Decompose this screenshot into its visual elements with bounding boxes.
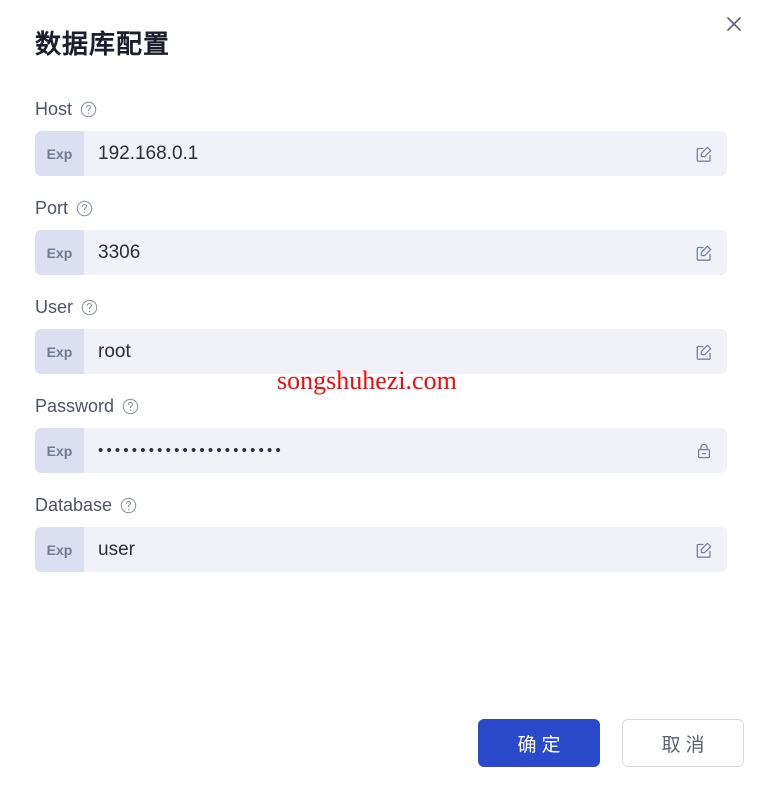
help-circle-icon[interactable] (81, 299, 98, 316)
dialog-footer: 确定 取消 (0, 710, 762, 776)
exp-badge[interactable]: Exp (35, 131, 84, 176)
exp-badge[interactable]: Exp (35, 329, 84, 374)
edit-square-icon[interactable] (681, 527, 727, 572)
edit-square-icon[interactable] (681, 230, 727, 275)
help-circle-icon[interactable] (122, 398, 139, 415)
field-label-password: Password (35, 393, 727, 419)
exp-badge[interactable]: Exp (35, 230, 84, 275)
cancel-button[interactable]: 取消 (622, 719, 744, 767)
input-host-value[interactable]: 192.168.0.1 (84, 131, 681, 176)
exp-badge[interactable]: Exp (35, 428, 84, 473)
input-user-value[interactable]: root (84, 329, 681, 374)
help-circle-icon[interactable] (80, 101, 97, 118)
field-row-host: Host Exp 192.168.0.1 (0, 96, 762, 176)
input-password-value[interactable]: •••••••••••••••••••••• (84, 428, 681, 473)
field-row-password: Password Exp •••••••••••••••••••••• (0, 393, 762, 473)
field-label-text: Port (35, 198, 69, 218)
input-database[interactable]: Exp user (35, 527, 727, 572)
field-row-user: User Exp root (0, 294, 762, 374)
input-port[interactable]: Exp 3306 (35, 230, 727, 275)
input-database-value[interactable]: user (84, 527, 681, 572)
input-user[interactable]: Exp root (35, 329, 727, 374)
close-icon (724, 14, 744, 34)
edit-square-icon[interactable] (681, 329, 727, 374)
field-label-port: Port (35, 195, 727, 221)
edit-square-icon[interactable] (681, 131, 727, 176)
close-button[interactable] (720, 10, 748, 38)
input-host[interactable]: Exp 192.168.0.1 (35, 131, 727, 176)
field-label-host: Host (35, 96, 727, 122)
field-label-text: Host (35, 99, 73, 119)
input-password[interactable]: Exp •••••••••••••••••••••• (35, 428, 727, 473)
config-form: Host Exp 192.168.0.1 Port Exp 3306 User … (0, 96, 762, 591)
exp-badge[interactable]: Exp (35, 527, 84, 572)
input-port-value[interactable]: 3306 (84, 230, 681, 275)
field-label-text: Database (35, 495, 113, 515)
field-label-user: User (35, 294, 727, 320)
field-label-text: User (35, 297, 74, 317)
confirm-button[interactable]: 确定 (478, 719, 600, 767)
field-label-database: Database (35, 492, 727, 518)
dialog-title: 数据库配置 (35, 29, 171, 59)
lock-icon[interactable] (681, 428, 727, 473)
database-config-dialog: 数据库配置 Host Exp 192.168.0.1 Port Exp 3306… (0, 0, 762, 785)
help-circle-icon[interactable] (76, 200, 93, 217)
field-row-database: Database Exp user (0, 492, 762, 572)
field-row-port: Port Exp 3306 (0, 195, 762, 275)
help-circle-icon[interactable] (120, 497, 137, 514)
field-label-text: Password (35, 396, 115, 416)
